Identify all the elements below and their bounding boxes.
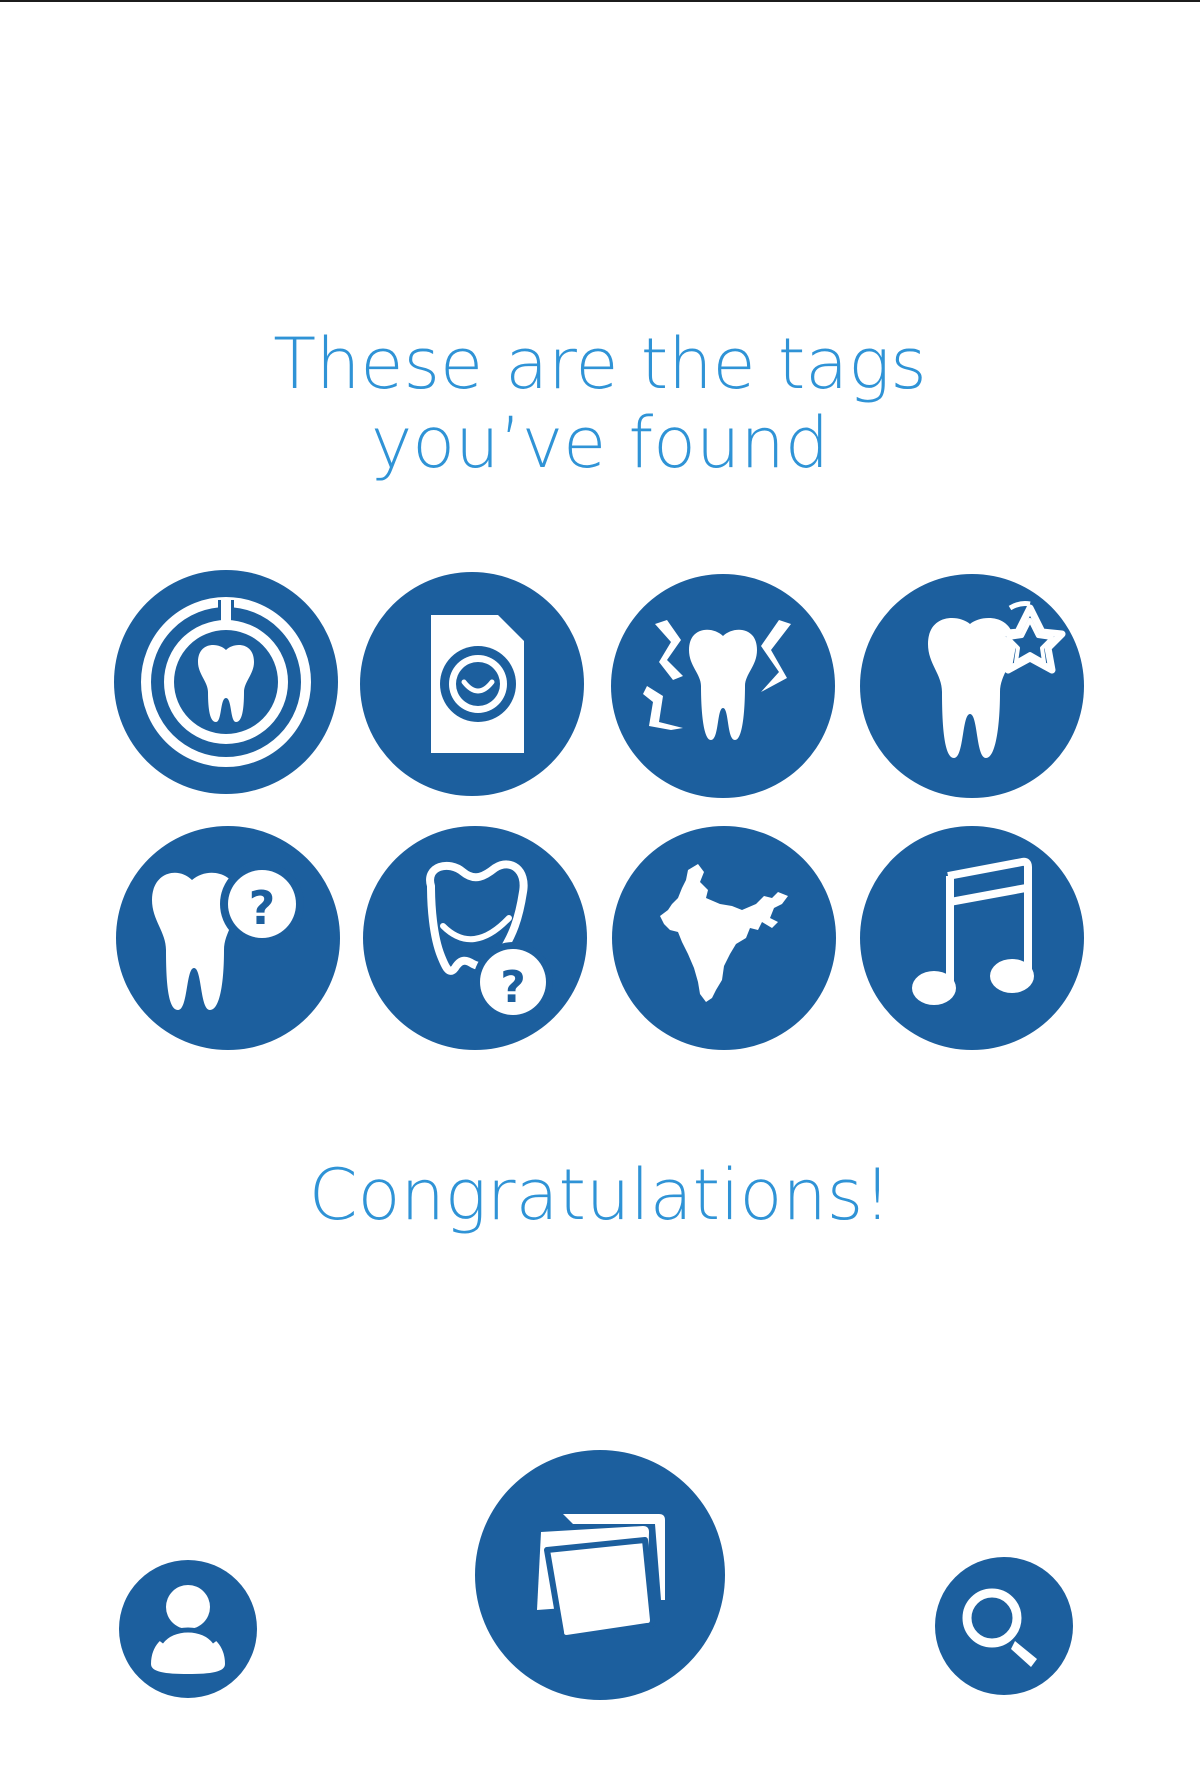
page-title-line-2: you’ve found [370, 402, 830, 484]
tag-tooth-star[interactable] [860, 574, 1084, 798]
india-map-icon [660, 864, 788, 1002]
tooth-pain-icon [643, 620, 791, 740]
music-note-icon [912, 857, 1034, 1005]
tag-india-map[interactable] [612, 826, 836, 1050]
profile-button[interactable] [119, 1560, 257, 1698]
smile-question-icon: ? [426, 860, 553, 1022]
page-title-line-1: These are the tags [273, 323, 927, 405]
cards-icon [537, 1514, 665, 1641]
dental-light-tooth-icon [141, 597, 311, 767]
search-button[interactable] [935, 1557, 1073, 1695]
svg-text:?: ? [249, 881, 276, 935]
user-icon [151, 1585, 225, 1674]
cards-button[interactable] [475, 1450, 725, 1700]
svg-text:?: ? [500, 962, 526, 1013]
tooth-star-icon [928, 601, 1066, 758]
search-icon [962, 1588, 1037, 1667]
congratulations-message: Congratulations! [308, 1154, 892, 1236]
tag-document-smile[interactable] [360, 572, 584, 796]
tag-dental-light[interactable] [114, 570, 338, 794]
tag-tooth-pain[interactable] [611, 574, 835, 798]
tag-smile-question[interactable]: ? [363, 826, 587, 1050]
tag-music-note[interactable] [860, 826, 1084, 1050]
tag-tooth-question[interactable]: ? [116, 826, 340, 1050]
tooth-question-icon: ? [152, 862, 304, 1010]
document-smile-icon [431, 615, 524, 753]
top-divider [0, 0, 1200, 2]
